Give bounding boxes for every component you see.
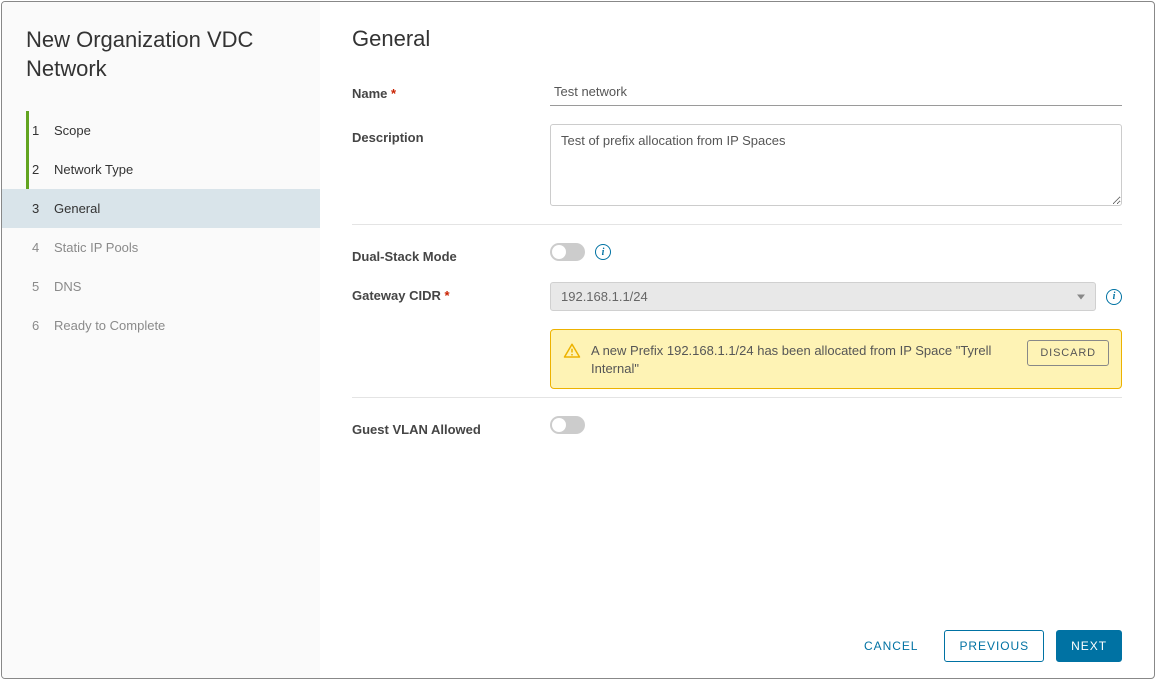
step-label: General: [54, 201, 100, 216]
step-static-ip-pools: 4 Static IP Pools: [2, 228, 320, 267]
wizard-footer: CANCEL PREVIOUS NEXT: [352, 612, 1122, 662]
step-number: 1: [32, 123, 54, 138]
step-label: Ready to Complete: [54, 318, 165, 333]
gateway-cidr-select[interactable]: 192.168.1.1/24: [550, 282, 1096, 311]
step-label: Network Type: [54, 162, 133, 177]
step-number: 6: [32, 318, 54, 333]
gateway-cidr-label: Gateway CIDR: [352, 282, 550, 303]
page-title: General: [352, 26, 1122, 52]
discard-button[interactable]: DISCARD: [1027, 340, 1109, 366]
name-row: Name: [352, 80, 1122, 106]
wizard-steps: 1 Scope 2 Network Type 3 General 4 Stati…: [2, 111, 320, 345]
dual-stack-toggle[interactable]: [550, 243, 585, 261]
gateway-cidr-value: 192.168.1.1/24: [561, 289, 648, 304]
name-input[interactable]: [550, 80, 1122, 106]
dual-stack-row: Dual-Stack Mode i: [352, 243, 1122, 264]
dual-stack-label: Dual-Stack Mode: [352, 243, 550, 264]
step-label: Scope: [54, 123, 91, 138]
wizard-title: New Organization VDC Network: [2, 26, 320, 103]
description-row: Description Test of prefix allocation fr…: [352, 124, 1122, 206]
wizard-main: General Name Description Test of prefix …: [320, 2, 1154, 678]
alert-text: A new Prefix 192.168.1.1/24 has been all…: [591, 340, 1017, 378]
step-number: 2: [32, 162, 54, 177]
step-general[interactable]: 3 General: [2, 189, 320, 228]
description-label: Description: [352, 124, 550, 145]
wizard-sidebar: New Organization VDC Network 1 Scope 2 N…: [2, 2, 320, 678]
guest-vlan-row: Guest VLAN Allowed: [352, 416, 1122, 437]
step-number: 4: [32, 240, 54, 255]
warning-icon: [563, 342, 581, 360]
step-label: Static IP Pools: [54, 240, 138, 255]
step-network-type[interactable]: 2 Network Type: [2, 150, 320, 189]
step-ready-to-complete: 6 Ready to Complete: [2, 306, 320, 345]
cancel-button[interactable]: CANCEL: [850, 631, 932, 661]
name-label: Name: [352, 80, 550, 101]
step-number: 3: [32, 201, 54, 216]
divider: [352, 397, 1122, 398]
next-button[interactable]: NEXT: [1056, 630, 1122, 662]
chevron-down-icon: [1077, 294, 1085, 299]
description-input[interactable]: Test of prefix allocation from IP Spaces: [550, 124, 1122, 206]
gateway-cidr-row: Gateway CIDR 192.168.1.1/24 i: [352, 282, 1122, 311]
info-icon[interactable]: i: [1106, 289, 1122, 305]
step-scope[interactable]: 1 Scope: [2, 111, 320, 150]
info-icon[interactable]: i: [595, 244, 611, 260]
form: Name Description Test of prefix allocati…: [352, 80, 1122, 612]
wizard-modal: New Organization VDC Network 1 Scope 2 N…: [1, 1, 1155, 679]
previous-button[interactable]: PREVIOUS: [944, 630, 1044, 662]
divider: [352, 224, 1122, 225]
step-number: 5: [32, 279, 54, 294]
guest-vlan-toggle[interactable]: [550, 416, 585, 434]
allocation-alert: A new Prefix 192.168.1.1/24 has been all…: [550, 329, 1122, 389]
step-dns: 5 DNS: [2, 267, 320, 306]
guest-vlan-label: Guest VLAN Allowed: [352, 416, 550, 437]
step-label: DNS: [54, 279, 81, 294]
